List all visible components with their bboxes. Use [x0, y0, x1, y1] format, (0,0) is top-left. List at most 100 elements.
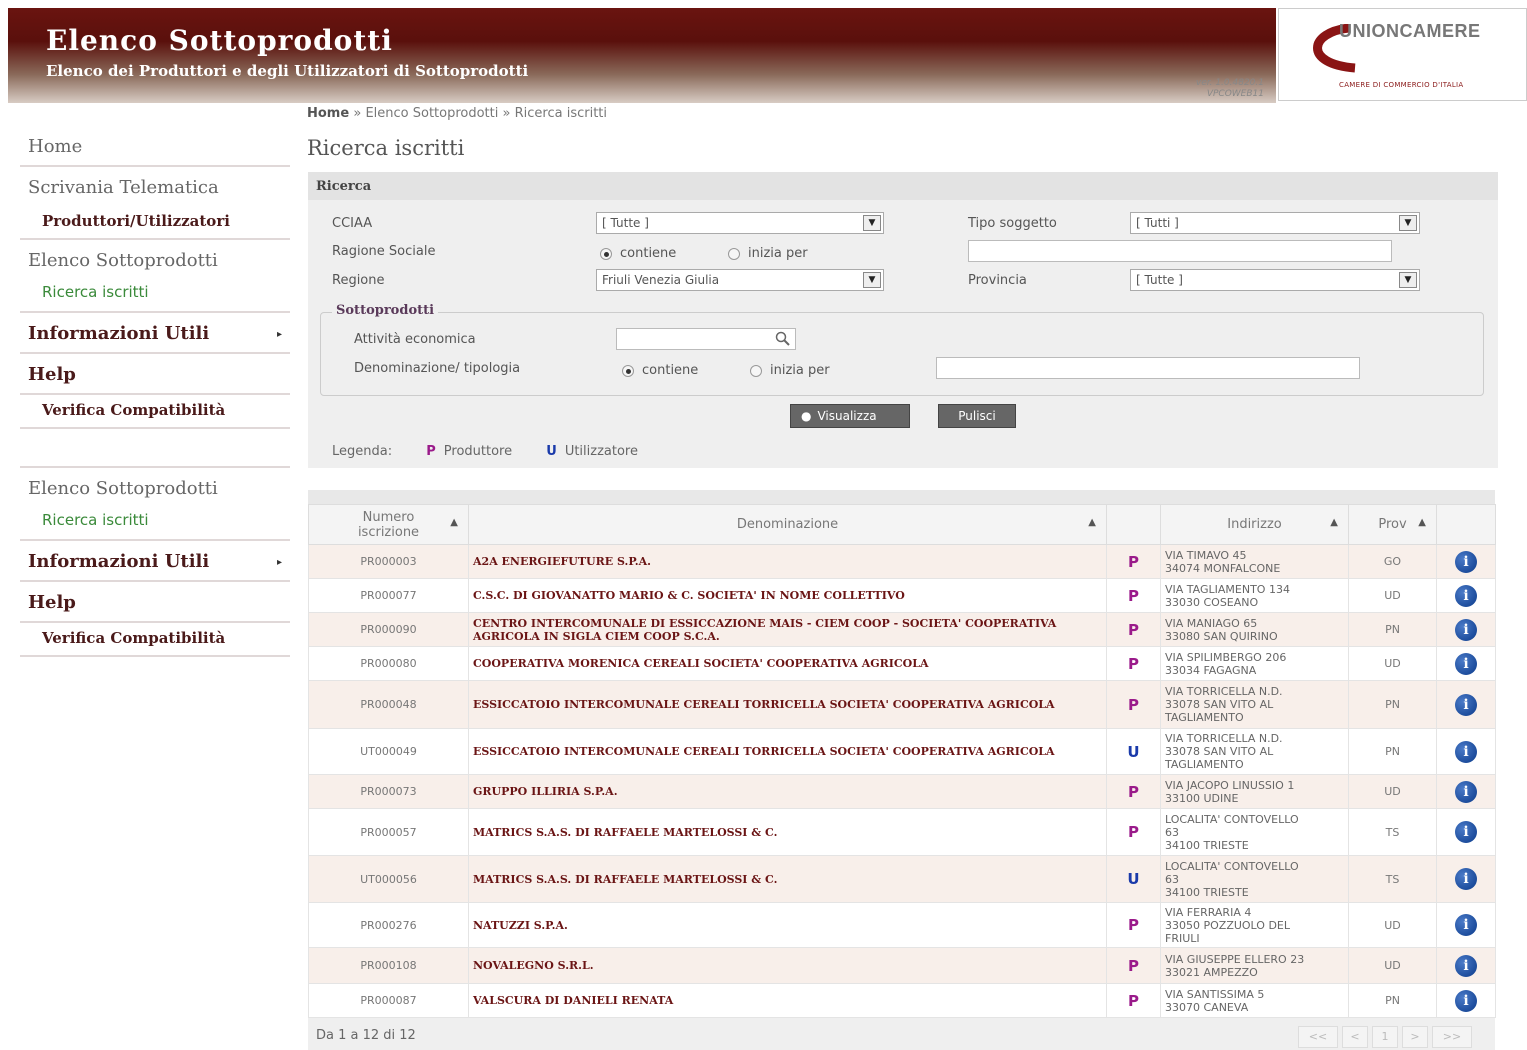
sidebar-item-info[interactable]: Informazioni Utili ▸ — [20, 313, 290, 354]
breadcrumb-home[interactable]: Home — [307, 106, 349, 121]
info-icon[interactable]: i — [1455, 693, 1477, 716]
server-line: VPCOWEB11 — [1206, 89, 1264, 99]
table-row[interactable]: PR000077 C.S.C. DI GIOVANATTO MARIO & C. … — [308, 578, 1496, 613]
info-icon[interactable]: i — [1455, 954, 1477, 977]
header: Elenco Sottoprodotti Elenco dei Produtto… — [8, 8, 1527, 103]
table-row[interactable]: UT000049 ESSICCATOIO INTERCOMUNALE CEREAL… — [308, 728, 1496, 775]
pager-prev[interactable]: < — [1342, 1026, 1368, 1048]
sidebar-item-elenco[interactable]: Elenco Sottoprodotti — [20, 240, 290, 279]
table-row[interactable]: PR000073 GRUPPO ILLIRIA S.P.A. P VIA JACOPO… — [308, 774, 1496, 809]
visualizza-button[interactable]: ● Visualizza — [790, 404, 910, 428]
col-header-numero[interactable]: Numero iscrizione ▲ — [308, 504, 469, 545]
cell-type-badge: P — [1106, 578, 1161, 613]
tipo-soggetto-select[interactable]: [ Tutti ] ▼ — [1130, 212, 1420, 234]
denominazione-inizia-radio[interactable]: inizia per — [750, 363, 830, 378]
pager-first[interactable]: << — [1298, 1026, 1338, 1048]
regione-select[interactable]: Friuli Venezia Giulia ▼ — [596, 269, 884, 291]
cell-numero: PR000276 — [308, 902, 469, 948]
pager-last[interactable]: >> — [1432, 1026, 1472, 1048]
table-row[interactable]: PR000276 NATUZZI S.P.A. P VIA FERRARIA 4 33… — [308, 902, 1496, 948]
ragione-contiene-radio[interactable]: contiene — [600, 246, 676, 261]
pulisci-button[interactable]: Pulisci — [938, 404, 1016, 428]
sidebar-item-ricerca[interactable]: Ricerca iscritti — [20, 279, 290, 313]
sort-up-icon[interactable]: ▲ — [450, 517, 458, 528]
col-header-denominazione[interactable]: Denominazione ▲ — [468, 504, 1107, 545]
info-icon[interactable]: i — [1455, 584, 1477, 607]
radio-selected-icon — [622, 364, 634, 377]
sidebar-item-produttori[interactable]: Produttori/Utilizzatori — [20, 206, 290, 240]
table-header-row: Numero iscrizione ▲ Denominazione ▲ Indiri… — [308, 504, 1496, 545]
sidebar-item-scrivania[interactable]: Scrivania Telematica — [20, 167, 290, 206]
cell-info: i — [1436, 774, 1496, 809]
sidebar-item-help[interactable]: Help — [20, 582, 290, 623]
sidebar-item-ricerca[interactable]: Ricerca iscritti — [20, 507, 290, 541]
chevron-down-icon: ▼ — [1399, 272, 1417, 288]
info-icon[interactable]: i — [1455, 821, 1477, 843]
search-icon: ● — [801, 409, 812, 423]
sidebar-item-home[interactable]: Home — [20, 126, 290, 167]
sort-up-icon[interactable]: ▲ — [1330, 517, 1338, 528]
radio-unselected-icon — [728, 247, 740, 260]
cell-info: i — [1436, 578, 1496, 613]
sidebar-item-info-label: Informazioni Utili — [28, 323, 210, 344]
cell-numero: PR000080 — [308, 646, 469, 681]
legend-u-badge: U — [546, 444, 557, 459]
unioncamere-logo[interactable]: UNIONCAMERE CAMERE DI COMMERCIO D'ITALIA — [1278, 8, 1527, 101]
pager-next[interactable]: > — [1402, 1026, 1428, 1048]
attivita-input[interactable] — [616, 328, 796, 350]
cell-info: i — [1436, 728, 1496, 775]
cell-indirizzo: VIA SANTISSIMA 5 33070 CANEVA — [1160, 983, 1349, 1018]
pager-page[interactable]: 1 — [1372, 1026, 1398, 1048]
table-row[interactable]: PR000087 VALSCURA DI DANIELI RENATA P VIA S… — [308, 983, 1496, 1018]
info-icon[interactable]: i — [1455, 652, 1477, 675]
version-info: ver. 1.0.4820.1 VPCOWEB11 — [1196, 78, 1264, 100]
breadcrumb-elenco[interactable]: Elenco Sottoprodotti — [365, 106, 498, 121]
cell-prov: TS — [1348, 808, 1437, 856]
sidebar-item-verifica[interactable]: Verifica Compatibilità — [20, 623, 290, 657]
info-icon[interactable]: i — [1455, 740, 1477, 763]
info-icon[interactable]: i — [1455, 550, 1477, 573]
table-row[interactable]: UT000056 MATRICS S.A.S. DI RAFFAELE MARTE… — [308, 855, 1496, 903]
cell-indirizzo: VIA FERRARIA 4 33050 POZZUOLO DEL FRIULI — [1160, 902, 1349, 948]
table-row[interactable]: PR000057 MATRICS S.A.S. DI RAFFAELE MARTE… — [308, 808, 1496, 856]
cell-type-badge: P — [1106, 947, 1161, 984]
breadcrumb: Home » Elenco Sottoprodotti » Ricerca is… — [307, 106, 607, 121]
table-row[interactable]: PR000090 CENTRO INTERCOMUNALE DI ESSICCAZ… — [308, 612, 1496, 647]
col-header-prov[interactable]: Prov ▲ — [1348, 504, 1437, 545]
sidebar-item-info[interactable]: Informazioni Utili ▸ — [20, 541, 290, 582]
attivita-label: Attività economica — [354, 332, 476, 347]
sidebar-item-elenco[interactable]: Elenco Sottoprodotti — [20, 468, 290, 507]
denominazione-input[interactable] — [936, 357, 1360, 379]
table-row[interactable]: PR000048 ESSICCATOIO INTERCOMUNALE CEREAL… — [308, 680, 1496, 729]
cciaa-select[interactable]: [ Tutte ] ▼ — [596, 212, 884, 234]
radio-label: contiene — [620, 246, 677, 261]
header-banner: Elenco Sottoprodotti Elenco dei Produtto… — [8, 8, 1276, 103]
col-header-info — [1436, 504, 1496, 545]
sort-up-icon[interactable]: ▲ — [1418, 517, 1426, 528]
table-row[interactable]: PR000003 A2A ENERGIEFUTURE S.P.A. P VIA TIM… — [308, 544, 1496, 579]
cell-numero: PR000073 — [308, 774, 469, 809]
cell-denominazione: GRUPPO ILLIRIA S.P.A. — [468, 774, 1107, 809]
cell-numero: PR000108 — [308, 947, 469, 984]
info-icon[interactable]: i — [1455, 914, 1477, 936]
info-icon[interactable]: i — [1455, 868, 1477, 890]
cell-denominazione: VALSCURA DI DANIELI RENATA — [468, 983, 1107, 1018]
radio-label: inizia per — [770, 363, 830, 378]
table-row[interactable]: PR000080 COOPERATIVA MORENICA CEREALI SOC… — [308, 646, 1496, 681]
sidebar-item-help[interactable]: Help — [20, 354, 290, 395]
ragione-sociale-input[interactable] — [968, 240, 1392, 262]
sort-up-icon[interactable]: ▲ — [1088, 517, 1096, 528]
search-icon[interactable] — [775, 331, 791, 347]
info-icon[interactable]: i — [1455, 989, 1477, 1012]
info-icon[interactable]: i — [1455, 618, 1477, 641]
ragione-sociale-label: Ragione Sociale — [332, 244, 436, 259]
ragione-inizia-radio[interactable]: inizia per — [728, 246, 808, 261]
info-icon[interactable]: i — [1455, 780, 1477, 803]
cell-prov: PN — [1348, 983, 1437, 1018]
sidebar-item-verifica[interactable]: Verifica Compatibilità — [20, 395, 290, 429]
radio-label: contiene — [642, 363, 699, 378]
denominazione-contiene-radio[interactable]: contiene — [622, 363, 698, 378]
provincia-select[interactable]: [ Tutte ] ▼ — [1130, 269, 1420, 291]
table-row[interactable]: PR000108 NOVALEGNO S.R.L. P VIA GIUSEPPE EL… — [308, 947, 1496, 984]
col-header-indirizzo[interactable]: Indirizzo ▲ — [1160, 504, 1349, 545]
